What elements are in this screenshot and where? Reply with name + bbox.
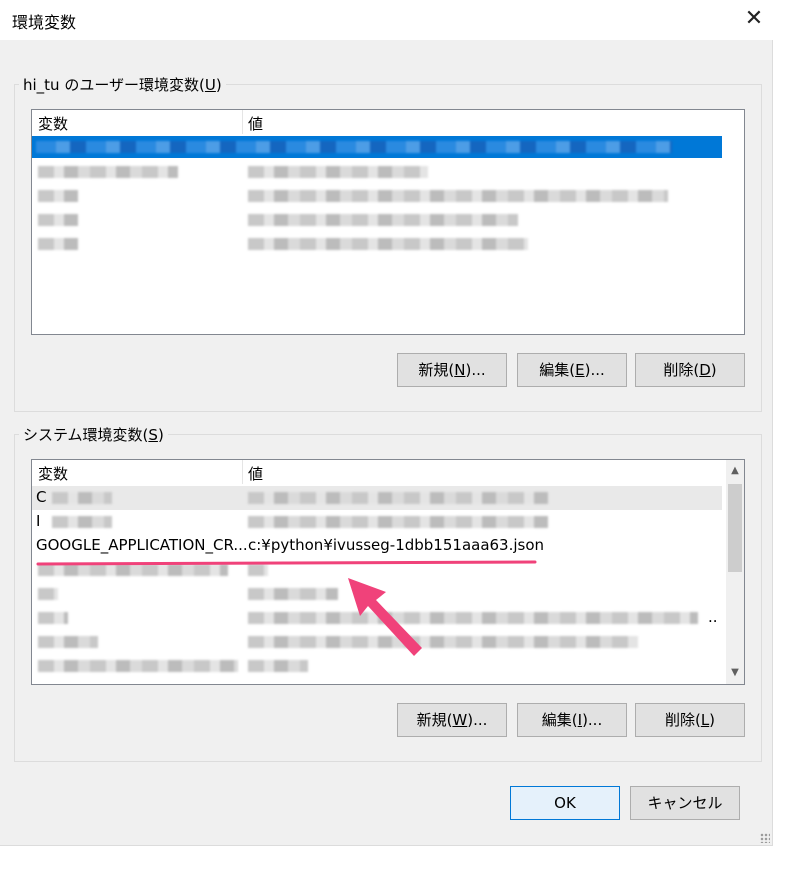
system-edit-button[interactable]: 編集(I)... xyxy=(517,703,627,737)
system-variables-group: システム環境変数(S) 変数 値 C I GOOGLE_APPLICATION_… xyxy=(14,424,762,762)
list-item[interactable] xyxy=(32,558,722,582)
vertical-scrollbar[interactable]: ▲ ▼ xyxy=(726,460,744,684)
list-item[interactable] xyxy=(32,160,722,184)
column-separator xyxy=(242,460,243,484)
list-item[interactable] xyxy=(32,582,722,606)
scroll-down-icon[interactable]: ▼ xyxy=(726,664,744,682)
user-edit-button[interactable]: 編集(E)... xyxy=(517,353,627,387)
cancel-button[interactable]: キャンセル xyxy=(630,786,740,820)
user-variables-label: hi_tu のユーザー環境変数(U) xyxy=(19,74,226,95)
list-item-google-credentials[interactable]: GOOGLE_APPLICATION_CR... c:¥python¥ivuss… xyxy=(32,534,722,558)
user-variables-group: hi_tu のユーザー環境変数(U) 変数 値 新規(N)... 編集(E)..… xyxy=(14,74,762,412)
system-new-button[interactable]: 新規(W)... xyxy=(397,703,507,737)
scroll-thumb[interactable] xyxy=(728,484,742,572)
list-item[interactable] xyxy=(32,184,722,208)
user-variables-list[interactable]: 変数 値 xyxy=(31,109,745,335)
environment-variables-dialog: hi_tu のユーザー環境変数(U) 変数 値 新規(N)... 編集(E)..… xyxy=(0,40,773,846)
system-variables-label: システム環境変数(S) xyxy=(19,424,168,445)
column-header-name[interactable]: 変数 xyxy=(38,113,68,134)
variable-name-fragment: C xyxy=(36,488,47,506)
variable-name-fragment: I xyxy=(36,512,41,530)
list-item[interactable] xyxy=(32,208,722,232)
list-item[interactable] xyxy=(32,232,722,256)
user-delete-button[interactable]: 削除(D) xyxy=(635,353,745,387)
system-variables-list[interactable]: 変数 値 C I GOOGLE_APPLICATION_CR... c:¥pyt… xyxy=(31,459,745,685)
list-item[interactable]: I xyxy=(32,510,722,534)
column-header-value[interactable]: 値 xyxy=(248,113,263,134)
column-header-value[interactable]: 値 xyxy=(248,463,263,484)
resize-grip-icon[interactable] xyxy=(760,833,770,843)
list-item[interactable]: C xyxy=(32,486,722,510)
close-icon[interactable]: ✕ xyxy=(740,5,768,33)
system-list-header: 変数 値 xyxy=(32,460,744,484)
variable-name: GOOGLE_APPLICATION_CR... xyxy=(36,536,248,554)
column-header-name[interactable]: 変数 xyxy=(38,463,68,484)
list-item[interactable] xyxy=(32,654,722,678)
truncation-ellipsis: .. xyxy=(708,608,718,626)
list-item[interactable] xyxy=(32,630,722,654)
user-new-button[interactable]: 新規(N)... xyxy=(397,353,507,387)
ok-button[interactable]: OK xyxy=(510,786,620,820)
system-delete-button[interactable]: 削除(L) xyxy=(635,703,745,737)
window-title: 環境変数 xyxy=(12,13,77,32)
scroll-up-icon[interactable]: ▲ xyxy=(726,462,744,480)
title-bar: 環境変数 ✕ xyxy=(0,0,772,40)
selected-list-item[interactable] xyxy=(32,136,722,158)
variable-value: c:¥python¥ivusseg-1dbb151aaa63.json xyxy=(248,536,545,554)
column-separator xyxy=(242,110,243,134)
user-list-header: 変数 値 xyxy=(32,110,744,134)
list-item[interactable]: .. xyxy=(32,606,722,630)
